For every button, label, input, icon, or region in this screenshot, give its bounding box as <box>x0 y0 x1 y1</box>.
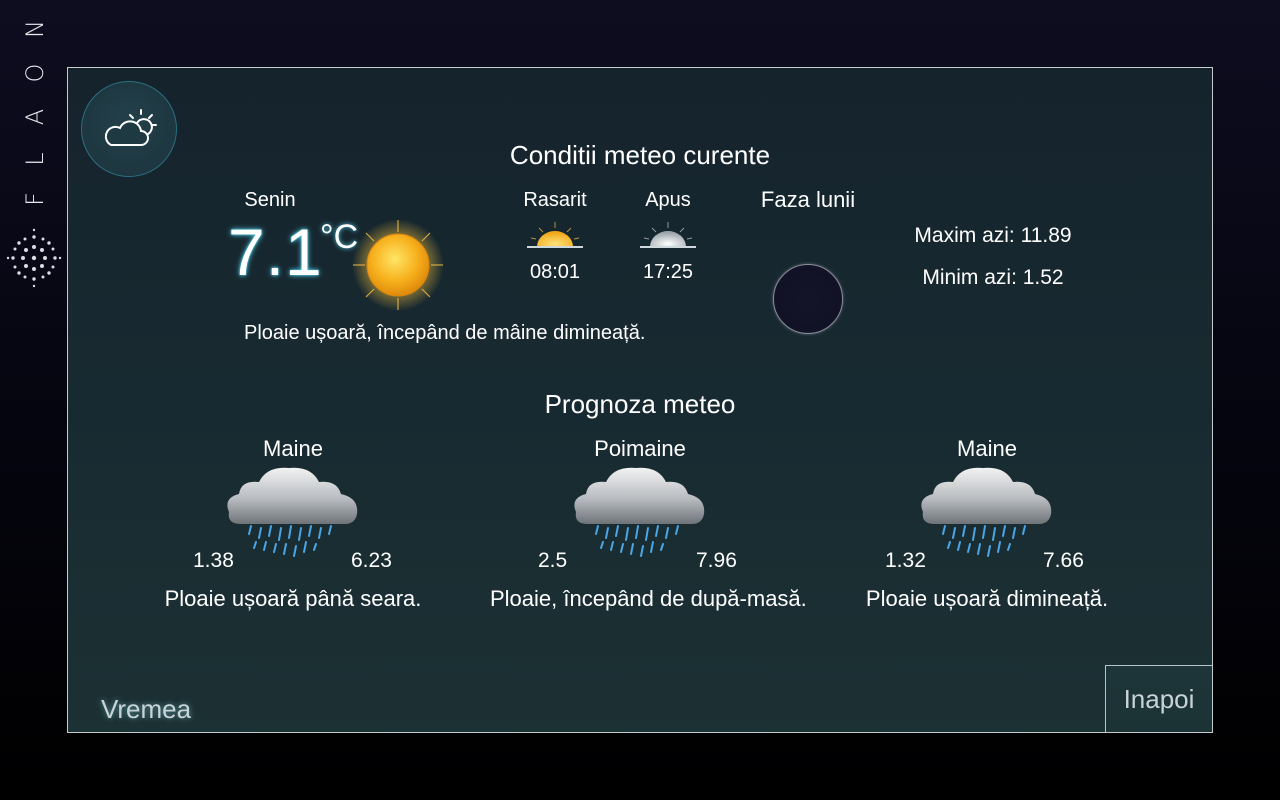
forecast-title: Prognoza meteo <box>544 389 736 419</box>
weather-panel: Conditii meteo curente Senin 7.1 °C Ploa… <box>67 67 1213 733</box>
current-temperature: 7.1 <box>228 215 323 289</box>
forecast-description: Ploaie ușoară dimineață. <box>865 586 1109 611</box>
brand-strip: N O A L F <box>0 0 66 300</box>
forecast-day-label: Maine <box>957 436 1017 461</box>
weather-screen: N O A L F Conditii meteo curente Senin 7… <box>0 0 1280 800</box>
current-condition-label: Senin <box>244 189 296 211</box>
back-button[interactable]: Inapoi <box>1105 665 1212 732</box>
forecast-description: Ploaie ușoară până seara. <box>164 586 422 611</box>
current-description: Ploaie ușoară, începând de mâine diminea… <box>244 322 646 344</box>
brand-letter: L <box>21 152 49 166</box>
sunrise-label: Rasarit <box>523 189 587 211</box>
forecast-day-card: Maine 1.32 7.66 Ploaie ușoară dimineață. <box>837 436 1137 636</box>
brand-letter: N <box>21 20 49 38</box>
current-conditions-title: Conditii meteo curente <box>509 140 771 170</box>
app-name: Vremea <box>101 694 192 724</box>
moon-phase-label: Faza lunii <box>760 187 856 212</box>
forecast-max: 6.23 <box>351 549 392 572</box>
max-today: Maxim azi: 11.89 <box>914 224 1072 247</box>
forecast-max: 7.66 <box>1043 549 1084 572</box>
forecast-day-label: Maine <box>263 436 323 461</box>
brand-letter: O <box>21 63 49 83</box>
sunrise-icon <box>527 222 583 248</box>
forecast-description: Ploaie, începând de după-masă. <box>490 586 807 611</box>
forecast-min: 1.32 <box>885 549 926 572</box>
sunset-label: Apus <box>645 189 691 211</box>
sunset-time: 17:25 <box>642 261 694 283</box>
rain-cloud-icon <box>227 467 358 557</box>
brand-logo <box>6 228 62 288</box>
min-today: Minim azi: 1.52 <box>922 266 1064 289</box>
rain-cloud-icon <box>574 467 705 557</box>
forecast-day-card: Maine 1.38 6.23 Ploaie ușoară până seara… <box>143 436 443 636</box>
moon-phase-icon <box>773 264 843 334</box>
sun-icon <box>352 219 444 311</box>
weather-app-badge <box>81 81 177 177</box>
rain-cloud-icon <box>921 467 1052 557</box>
partly-cloudy-icon <box>104 109 157 146</box>
forecast-day-card: Poimaine 2.5 7.96 Ploaie, începând de du… <box>490 436 807 636</box>
forecast-max: 7.96 <box>696 549 737 572</box>
forecast-min: 2.5 <box>538 549 568 572</box>
brand-letter: A <box>21 108 49 126</box>
brand-letter: F <box>21 192 49 206</box>
forecast-day-label: Poimaine <box>594 436 686 461</box>
forecast-min: 1.38 <box>193 549 234 572</box>
sunrise-time: 08:01 <box>529 261 581 283</box>
sunset-icon <box>640 222 696 248</box>
